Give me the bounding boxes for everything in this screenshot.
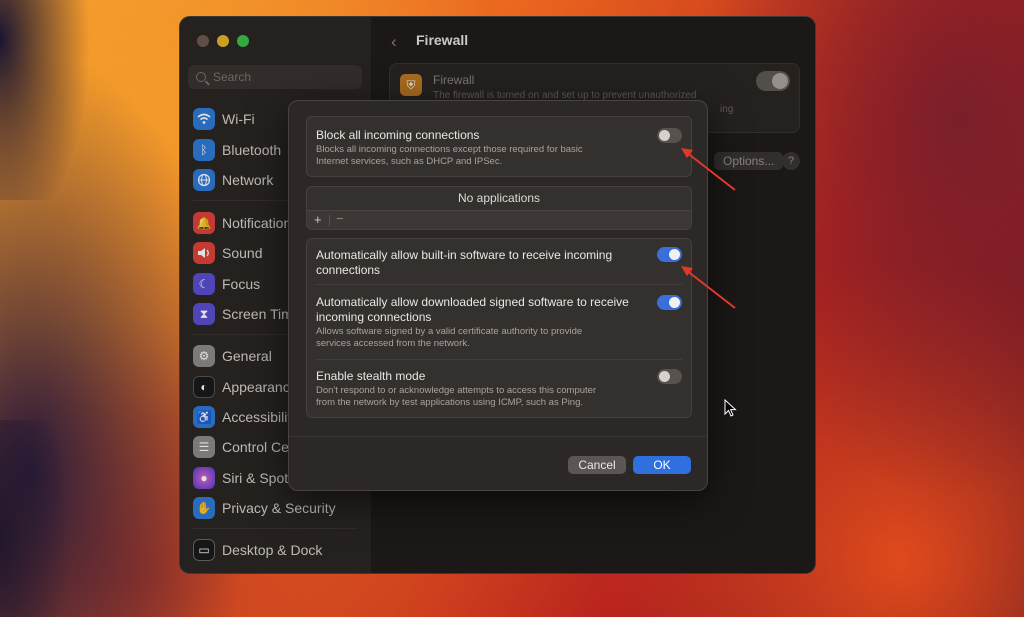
annotation-arrows bbox=[681, 148, 736, 309]
mouse-pointer-icon bbox=[724, 399, 737, 417]
annotation-arrow-block bbox=[681, 148, 736, 191]
annotation-arrow-builtin bbox=[681, 266, 736, 309]
